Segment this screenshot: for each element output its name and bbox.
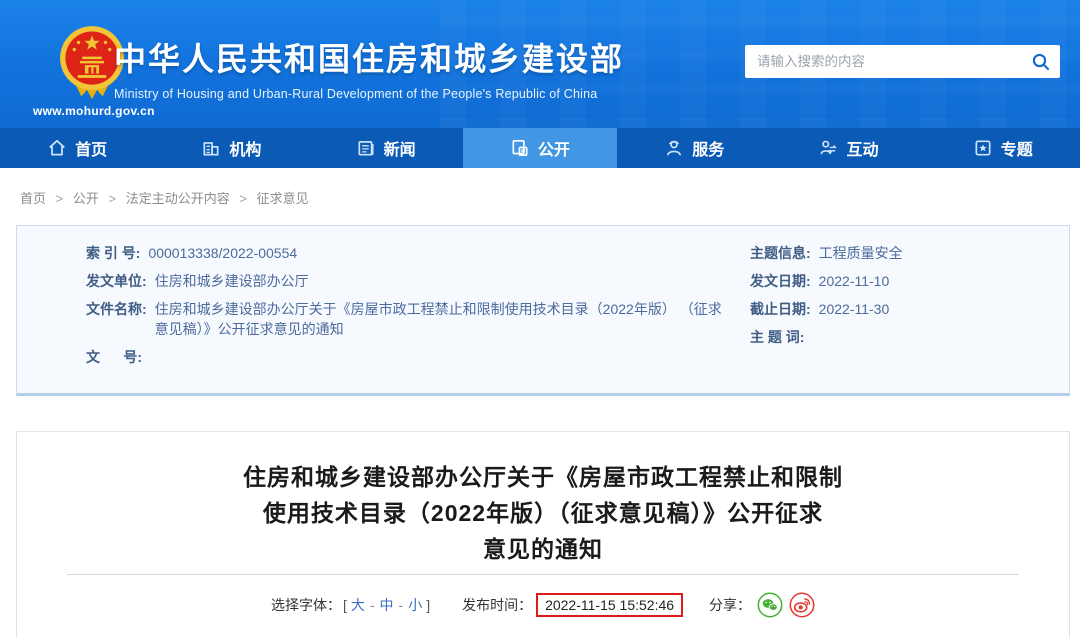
field-label: 截止日期: [750, 299, 811, 319]
breadcrumb: 首页 > 公开 > 法定主动公开内容 > 征求意见 [20, 188, 309, 207]
page-root: www.mohurd.gov.cn 中华人民共和国住房和城乡建设部 Minist… [0, 0, 1080, 638]
site-title-block: 中华人民共和国住房和城乡建设部 Ministry of Housing and … [114, 34, 624, 101]
interaction-icon [818, 138, 838, 158]
font-size-medium-button[interactable]: 中 [380, 595, 394, 615]
field-label: 文件名称: [86, 299, 147, 339]
field-issue-date: 发文日期: 2022-11-10 [750, 271, 1069, 291]
wechat-share-icon[interactable] [757, 592, 783, 618]
article-title-line: 住房和城乡建设部办公厅关于《房屋市政工程禁止和限制 [17, 459, 1069, 495]
publish-time-annotation-box: 2022-11-15 15:52:46 [536, 593, 683, 617]
field-value: 工程质量安全 [819, 243, 903, 263]
field-label: 主 题 词: [750, 327, 804, 347]
document-info-panel: 索 引 号: 000013338/2022-00554 发文单位: 住房和城乡建… [16, 225, 1070, 396]
topics-icon [973, 138, 993, 158]
nav-item-interaction[interactable]: 互动 [771, 128, 925, 168]
article-panel: 住房和城乡建设部办公厅关于《房屋市政工程禁止和限制 使用技术目录（2022年版）… [16, 431, 1070, 638]
field-value: 住房和城乡建设部办公厅关于《房屋市政工程禁止和限制使用技术目录（2022年版） … [155, 299, 730, 339]
service-icon [664, 138, 684, 158]
field-value: 2022-11-10 [819, 271, 890, 291]
field-label: 主题信息: [750, 243, 811, 263]
font-selector-open-bracket: [ [343, 597, 347, 613]
building-icon [201, 138, 221, 158]
font-selector-close-bracket: ] [426, 597, 430, 613]
nav-item-org[interactable]: 机构 [154, 128, 308, 168]
nav-label: 机构 [229, 136, 261, 160]
nav-label: 公开 [538, 136, 570, 160]
font-size-small-button[interactable]: 小 [408, 595, 422, 615]
field-label: 索 引 号: [86, 243, 140, 263]
nav-label: 新闻 [384, 136, 416, 160]
site-url: www.mohurd.gov.cn [33, 104, 151, 118]
article-title-line: 使用技术目录（2022年版）（征求意见稿）》公开征求 [17, 495, 1069, 531]
home-icon [47, 138, 67, 158]
nav-item-news[interactable]: 新闻 [309, 128, 463, 168]
info-left-column: 索 引 号: 000013338/2022-00554 发文单位: 住房和城乡建… [86, 243, 750, 393]
breadcrumb-item-current: 征求意见 [257, 191, 309, 206]
font-selector-dash: - [399, 597, 404, 613]
nav-label: 专题 [1001, 136, 1033, 160]
field-label: 文 号: [86, 347, 142, 367]
field-label: 发文单位: [86, 271, 147, 291]
breadcrumb-separator: > [239, 191, 247, 206]
publish-time-label: 发布时间： [462, 595, 532, 615]
font-size-selector: 选择字体： [ 大 - 中 - 小 ] [271, 595, 432, 615]
nav-item-home[interactable]: 首页 [0, 128, 154, 168]
search-input[interactable] [745, 45, 1022, 78]
breadcrumb-separator: > [56, 191, 64, 206]
share-icons [757, 592, 815, 618]
field-value: 2022-11-30 [819, 299, 890, 319]
font-size-large-button[interactable]: 大 [351, 595, 365, 615]
field-deadline-date: 截止日期: 2022-11-30 [750, 299, 1069, 319]
publish-time-value: 2022-11-15 15:52:46 [545, 597, 674, 613]
breadcrumb-item-statutory[interactable]: 法定主动公开内容 [126, 191, 230, 206]
field-keywords: 主 题 词: [750, 327, 1069, 347]
field-document-name: 文件名称: 住房和城乡建设部办公厅关于《房屋市政工程禁止和限制使用技术目录（20… [86, 299, 750, 339]
nav-item-topics[interactable]: 专题 [926, 128, 1080, 168]
disclosure-icon [510, 138, 530, 158]
search-box[interactable] [745, 45, 1060, 78]
font-selector-dash: - [370, 597, 375, 613]
nav-label: 互动 [846, 136, 878, 160]
article-title: 住房和城乡建设部办公厅关于《房屋市政工程禁止和限制 使用技术目录（2022年版）… [17, 459, 1069, 567]
field-document-number: 文 号: [86, 347, 750, 367]
site-title: 中华人民共和国住房和城乡建设部 [114, 34, 624, 80]
share-label: 分享： [709, 595, 751, 615]
article-meta-row: 选择字体： [ 大 - 中 - 小 ] 发布时间： 2022-11-15 15:… [17, 592, 1069, 618]
field-value: 000013338/2022-00554 [148, 243, 297, 263]
nav-item-disclosure[interactable]: 公开 [463, 128, 617, 168]
title-divider [67, 574, 1019, 575]
field-index-number: 索 引 号: 000013338/2022-00554 [86, 243, 750, 263]
nav-label: 服务 [692, 136, 724, 160]
site-header: www.mohurd.gov.cn 中华人民共和国住房和城乡建设部 Minist… [0, 0, 1080, 128]
breadcrumb-item-home[interactable]: 首页 [20, 191, 46, 206]
weibo-share-icon[interactable] [789, 592, 815, 618]
field-subject-info: 主题信息: 工程质量安全 [750, 243, 1069, 263]
search-icon[interactable] [1022, 45, 1060, 78]
field-label: 发文日期: [750, 271, 811, 291]
breadcrumb-separator: > [109, 191, 117, 206]
nav-item-service[interactable]: 服务 [617, 128, 771, 168]
field-value: 住房和城乡建设部办公厅 [155, 271, 309, 291]
main-nav: 首页 机构 新闻 公开 [0, 128, 1080, 168]
info-right-column: 主题信息: 工程质量安全 发文日期: 2022-11-10 截止日期: 2022… [750, 243, 1069, 393]
news-icon [356, 138, 376, 158]
field-issuing-unit: 发文单位: 住房和城乡建设部办公厅 [86, 271, 750, 291]
font-selector-label: 选择字体： [271, 595, 341, 615]
nav-label: 首页 [75, 136, 107, 160]
site-subtitle: Ministry of Housing and Urban-Rural Deve… [114, 87, 624, 101]
breadcrumb-item-disclosure[interactable]: 公开 [73, 191, 99, 206]
article-title-line: 意见的通知 [17, 531, 1069, 567]
